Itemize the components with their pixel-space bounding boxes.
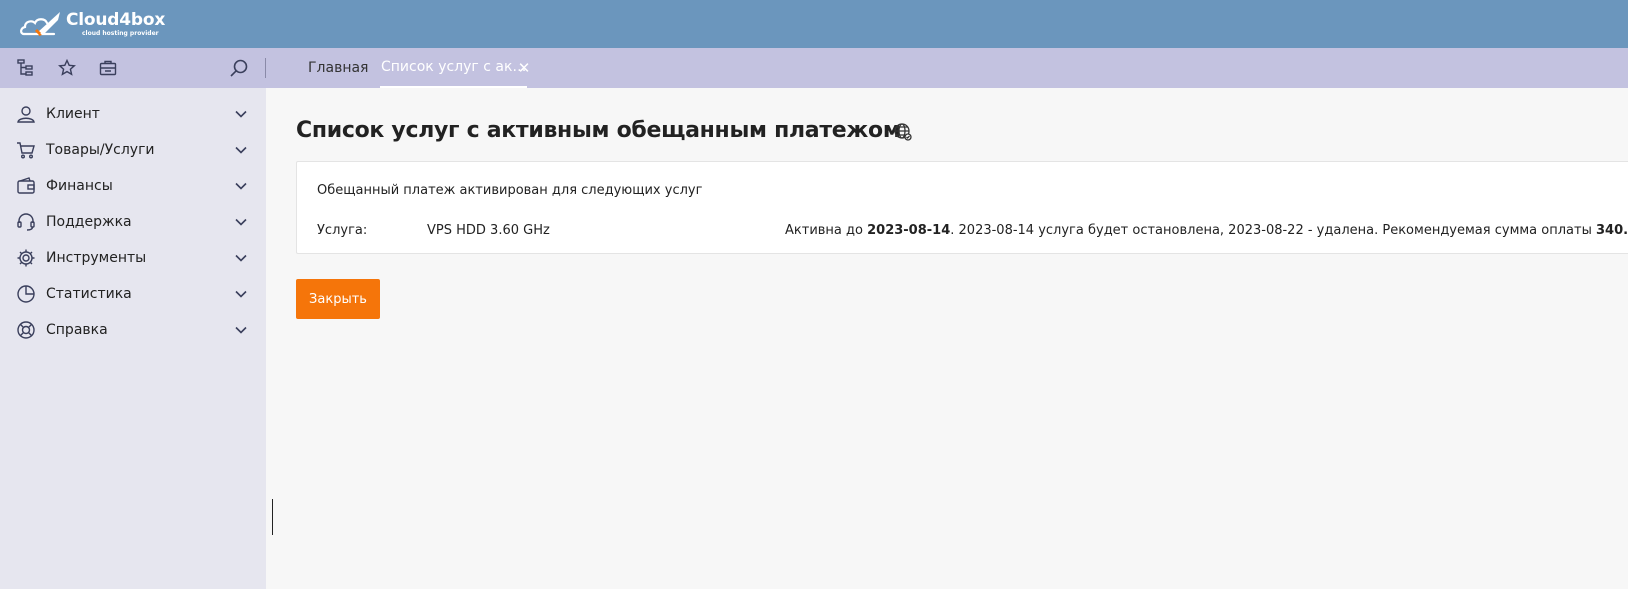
pie-chart-icon — [15, 283, 37, 305]
close-tab-icon[interactable]: ✕ — [516, 58, 532, 78]
services-card: Обещанный платеж активирован для следующ… — [296, 161, 1628, 254]
text-cursor — [272, 499, 273, 535]
rocket-cloud-logo-icon — [20, 12, 60, 36]
logo-text: Cloud4box — [66, 10, 166, 30]
sidebar-item-client[interactable]: Клиент — [0, 96, 266, 132]
chevron-down-icon — [234, 251, 248, 265]
sidebar-item-help[interactable]: Справка — [0, 312, 266, 348]
client-icon — [15, 103, 37, 125]
service-name: VPS HDD 3.60 GHz — [427, 223, 550, 238]
sidebar-item-finance[interactable]: Финансы — [0, 168, 266, 204]
globe-icon[interactable] — [893, 122, 913, 142]
sidebar-item-tools[interactable]: Инструменты — [0, 240, 266, 276]
logo-tagline: cloud hosting provider — [82, 30, 159, 37]
sidebar-item-label: Инструменты — [46, 250, 147, 266]
sidebar-item-label: Статистика — [46, 286, 132, 302]
sidebar-item-label: Поддержка — [46, 214, 132, 230]
headset-icon — [15, 211, 37, 233]
service-status: Активна до 2023-08-14. 2023-08-14 услуга… — [785, 223, 1628, 238]
logo[interactable]: Cloud4box cloud hosting provider — [18, 8, 165, 40]
sidebar-item-label: Справка — [46, 322, 108, 338]
sidebar-item-products[interactable]: Товары/Услуги — [0, 132, 266, 168]
chevron-down-icon — [234, 323, 248, 337]
chevron-down-icon — [234, 143, 248, 157]
toolbar-divider — [265, 58, 266, 78]
toolbar: Главная Список услуг с ак… ✕ — [0, 48, 1628, 88]
sidebar-item-label: Финансы — [46, 178, 113, 194]
service-label: Услуга: — [317, 223, 368, 238]
cart-icon — [15, 139, 37, 161]
star-icon[interactable] — [57, 58, 77, 78]
card-description: Обещанный платеж активирован для следующ… — [317, 183, 703, 198]
top-header: Cloud4box cloud hosting provider — [0, 0, 1628, 48]
sidebar: Клиент Товары/Услуги Финансы Поддержка И… — [0, 88, 266, 589]
close-button[interactable]: Закрыть — [296, 279, 380, 319]
briefcase-icon[interactable] — [98, 58, 118, 78]
tab-promised-payment-services[interactable]: Список услуг с ак… — [380, 48, 528, 88]
status-prefix: Активна до — [785, 223, 868, 238]
chevron-down-icon — [234, 215, 248, 229]
status-details: . 2023-08-14 услуга будет остановлена, 2… — [950, 223, 1596, 238]
active-until-date: 2023-08-14 — [867, 223, 951, 238]
page-title: Список услуг с активным обещанным платеж… — [296, 118, 901, 143]
sidebar-item-label: Клиент — [46, 106, 100, 122]
chevron-down-icon — [234, 287, 248, 301]
tab-home[interactable]: Главная — [308, 48, 368, 88]
lifebuoy-icon — [15, 319, 37, 341]
wallet-icon — [15, 175, 37, 197]
gear-icon — [15, 247, 37, 269]
sidebar-item-statistics[interactable]: Статистика — [0, 276, 266, 312]
recommended-amount: 340.00 ₽. — [1595, 223, 1628, 238]
sitemap-icon[interactable] — [16, 58, 36, 78]
sidebar-item-support[interactable]: Поддержка — [0, 204, 266, 240]
sidebar-item-label: Товары/Услуги — [46, 142, 155, 158]
search-icon[interactable] — [229, 58, 249, 78]
chevron-down-icon — [234, 179, 248, 193]
chevron-down-icon — [234, 107, 248, 121]
